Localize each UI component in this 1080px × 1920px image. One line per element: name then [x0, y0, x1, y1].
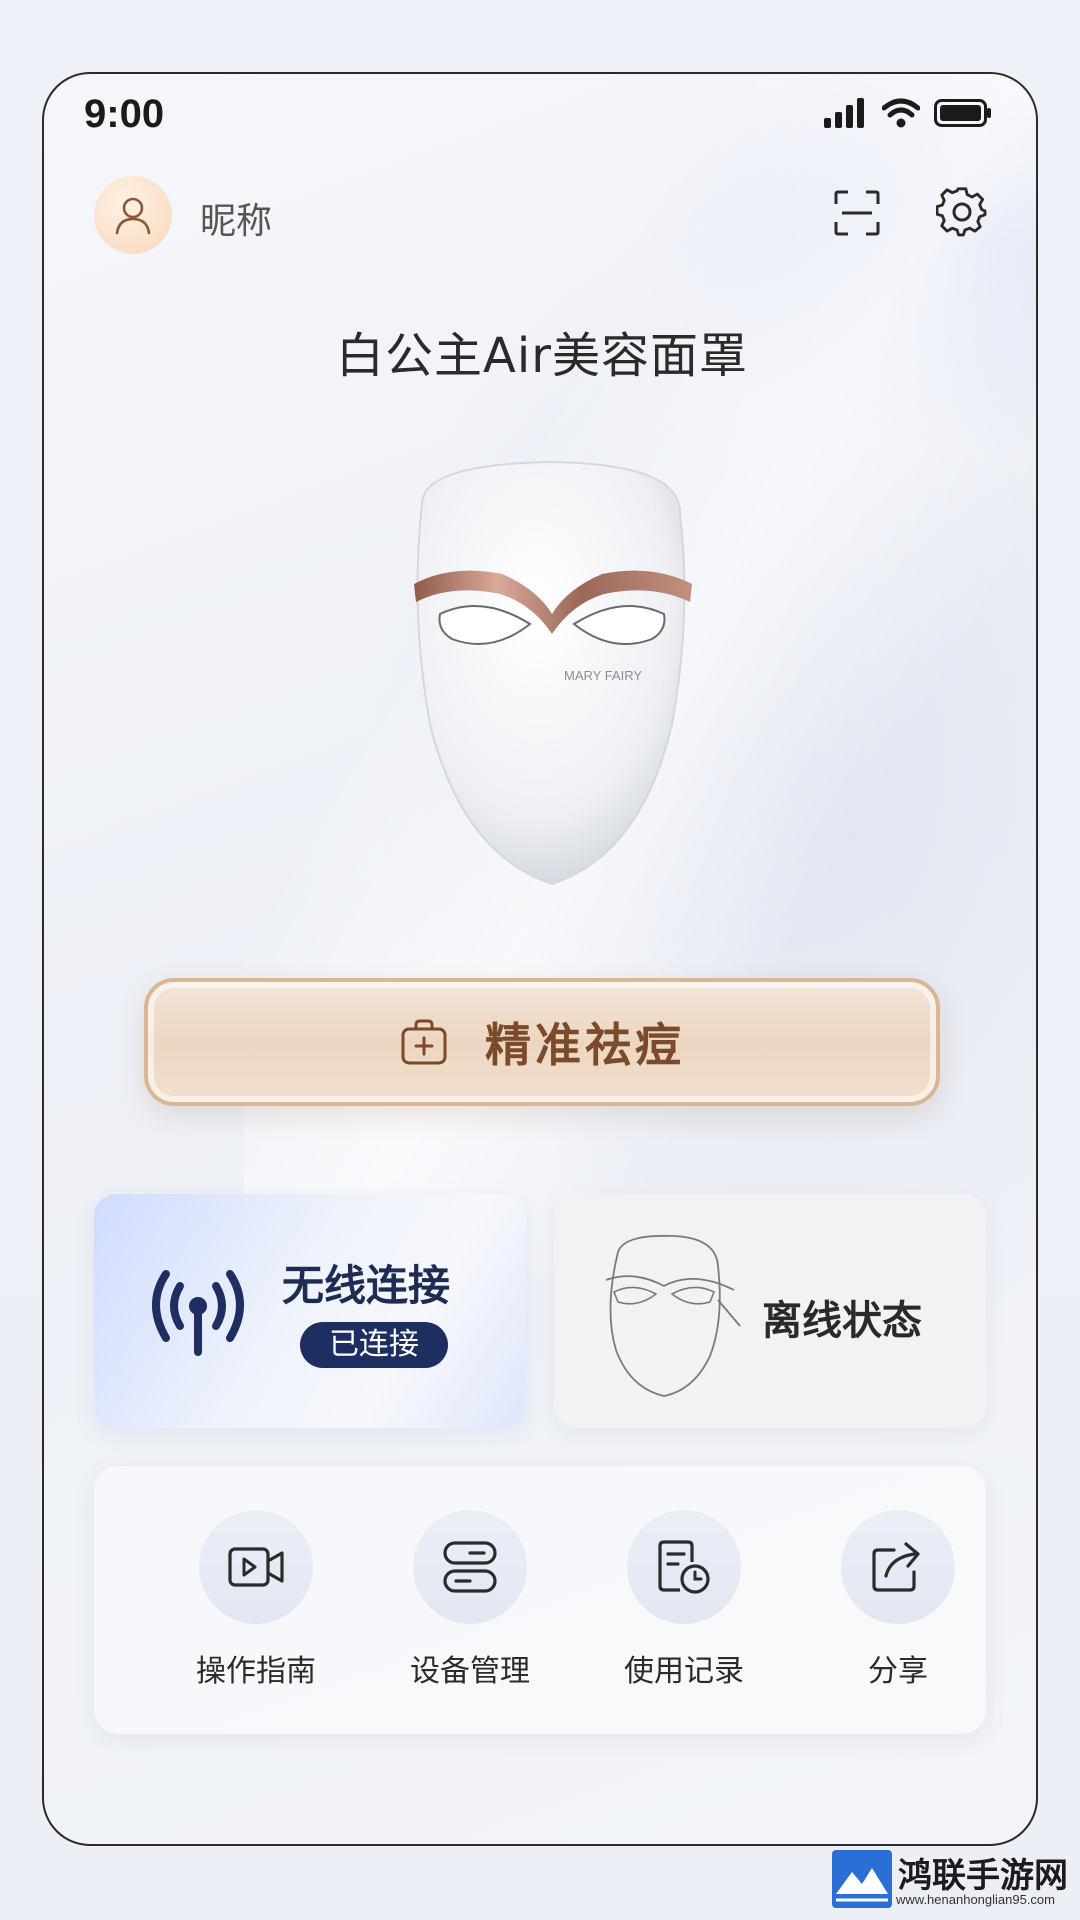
- shortcut-panel: 操作指南 设备管理 使用记录 分享: [94, 1466, 986, 1734]
- wireless-title: 无线连接: [282, 1261, 451, 1310]
- watermark-url: www.henanhonglian95.com: [896, 1892, 1055, 1907]
- mask-brand-text: MARY FAIRY: [564, 668, 642, 683]
- shortcut-icon-bg: [413, 1510, 527, 1624]
- battery-icon: [934, 99, 991, 127]
- acne-treatment-button[interactable]: 精准祛痘: [144, 978, 940, 1106]
- watermark-text: 鸿联手游网: [898, 1856, 1068, 1896]
- cellular-signal-icon: [824, 98, 864, 128]
- watermark: 鸿联手游网 www.henanhonglian95.com: [830, 1848, 1074, 1912]
- status-icons: [824, 98, 992, 128]
- scan-icon: [834, 190, 880, 236]
- avatar[interactable]: [94, 176, 172, 254]
- mask-outline-icon: [605, 1234, 741, 1397]
- medical-kit-icon: [401, 1019, 447, 1065]
- offline-mode-card[interactable]: 离线状态: [554, 1194, 986, 1428]
- scan-button[interactable]: [832, 188, 882, 238]
- settings-button[interactable]: [935, 186, 988, 238]
- shortcut-icon-bg: [199, 1510, 313, 1624]
- wifi-icon: [882, 98, 920, 128]
- user-icon: [115, 197, 151, 235]
- wireless-connection-card[interactable]: 无线连接 已连接: [94, 1194, 526, 1428]
- status-time: 9:00: [84, 92, 165, 136]
- gear-icon: [935, 187, 987, 237]
- nickname[interactable]: 昵称: [200, 192, 272, 244]
- shortcut-device-management[interactable]: 设备管理: [380, 1510, 560, 1700]
- device-manage-icon: [443, 1541, 497, 1593]
- watermark-logo-icon: [832, 1850, 892, 1908]
- acne-treatment-label: 精准祛痘: [485, 1018, 685, 1072]
- shortcut-icon-bg: [841, 1510, 955, 1624]
- shortcut-label: 分享: [868, 1654, 928, 1689]
- shortcut-usage-record[interactable]: 使用记录: [594, 1510, 774, 1700]
- device-title: 白公主Air美容面罩: [336, 328, 748, 384]
- shortcut-label: 使用记录: [624, 1654, 744, 1689]
- shortcut-icon-bg: [627, 1510, 741, 1624]
- connection-status-badge: 已连接: [300, 1322, 448, 1368]
- offline-status-label: 离线状态: [762, 1298, 922, 1344]
- phone-frame: 9:00 昵称 白公主Air美容面罩 MARY FAIRY 精准祛痘 无线连接 …: [42, 72, 1038, 1846]
- usage-record-icon: [658, 1540, 710, 1594]
- share-icon: [872, 1542, 920, 1592]
- wireless-signal-icon: [152, 1270, 244, 1356]
- video-guide-icon: [228, 1547, 284, 1587]
- shortcut-share[interactable]: 分享: [808, 1510, 988, 1700]
- shortcut-label: 设备管理: [410, 1654, 530, 1689]
- mask-image: MARY FAIRY: [342, 444, 762, 904]
- beauty-mask-illustration: MARY FAIRY: [414, 460, 692, 886]
- shortcut-operation-guide[interactable]: 操作指南: [166, 1510, 346, 1700]
- shortcut-label: 操作指南: [196, 1654, 316, 1689]
